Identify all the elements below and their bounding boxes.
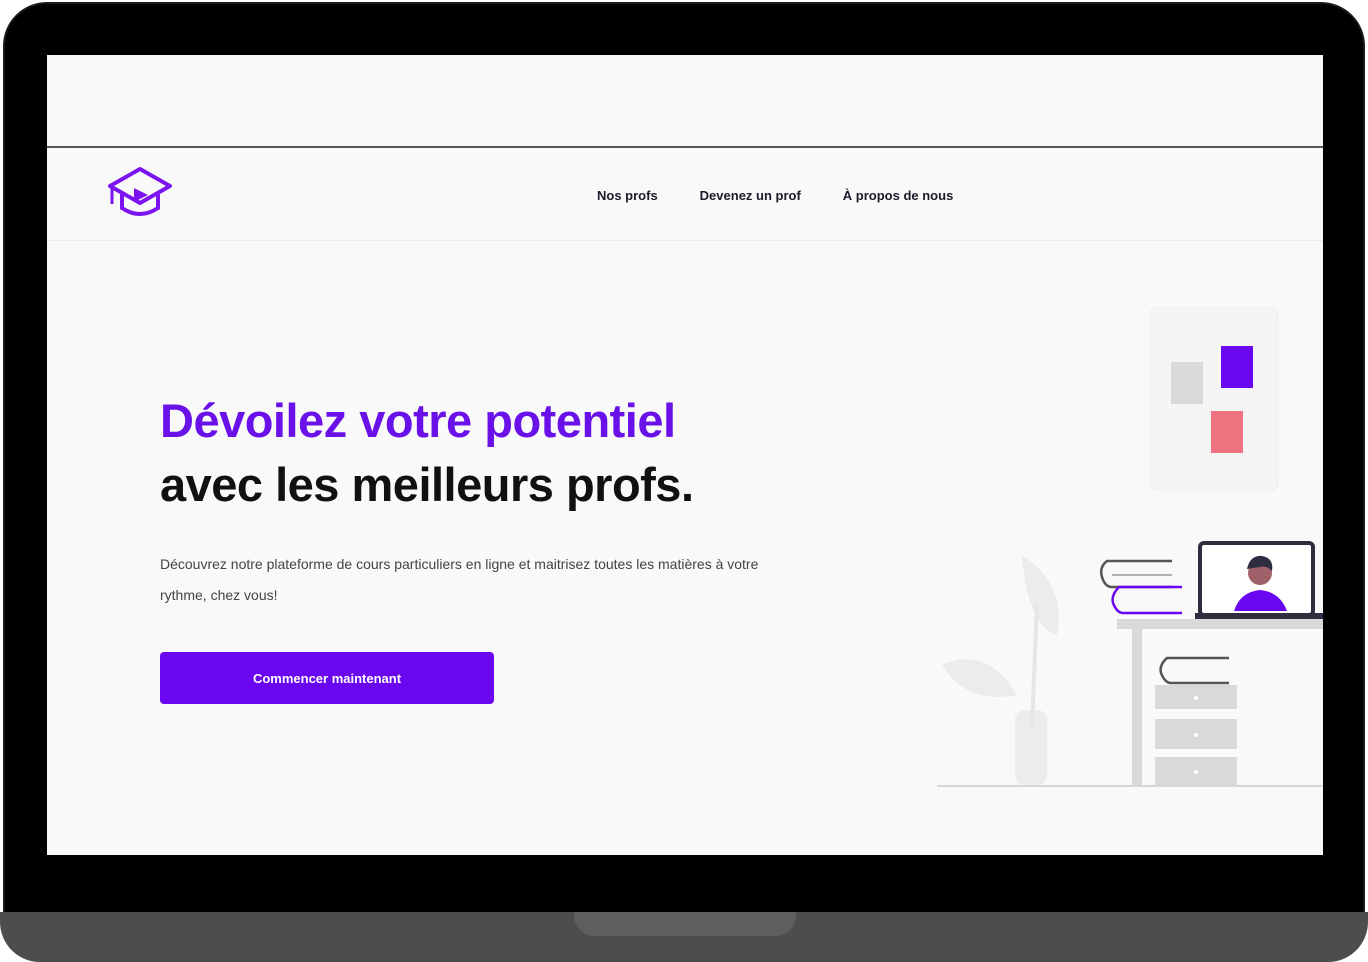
hero-title-rest: avec les meilleurs profs. [160, 458, 694, 511]
hero-description: Découvrez notre plateforme de cours part… [160, 556, 759, 603]
start-now-button[interactable]: Commencer maintenant [160, 652, 494, 704]
online-teacher-desk-illustration [937, 307, 1323, 787]
nav-link-devenez-un-prof[interactable]: Devenez un prof [700, 188, 801, 203]
browser-screen: Nos profs Devenez un prof À propos de no… [47, 55, 1323, 855]
site-navbar: Nos profs Devenez un prof À propos de no… [47, 148, 1323, 241]
laptop-notch [574, 912, 796, 936]
hero-title-highlight: Dévoilez votre potentiel [160, 394, 676, 447]
nav-link-a-propos[interactable]: À propos de nous [843, 188, 954, 203]
nav-links: Nos profs Devenez un prof À propos de no… [597, 188, 953, 203]
graduation-cap-play-icon[interactable] [107, 166, 173, 220]
page-top-banner [47, 55, 1323, 148]
nav-link-nos-profs[interactable]: Nos profs [597, 188, 658, 203]
laptop-frame: Nos profs Devenez un prof À propos de no… [0, 0, 1368, 962]
